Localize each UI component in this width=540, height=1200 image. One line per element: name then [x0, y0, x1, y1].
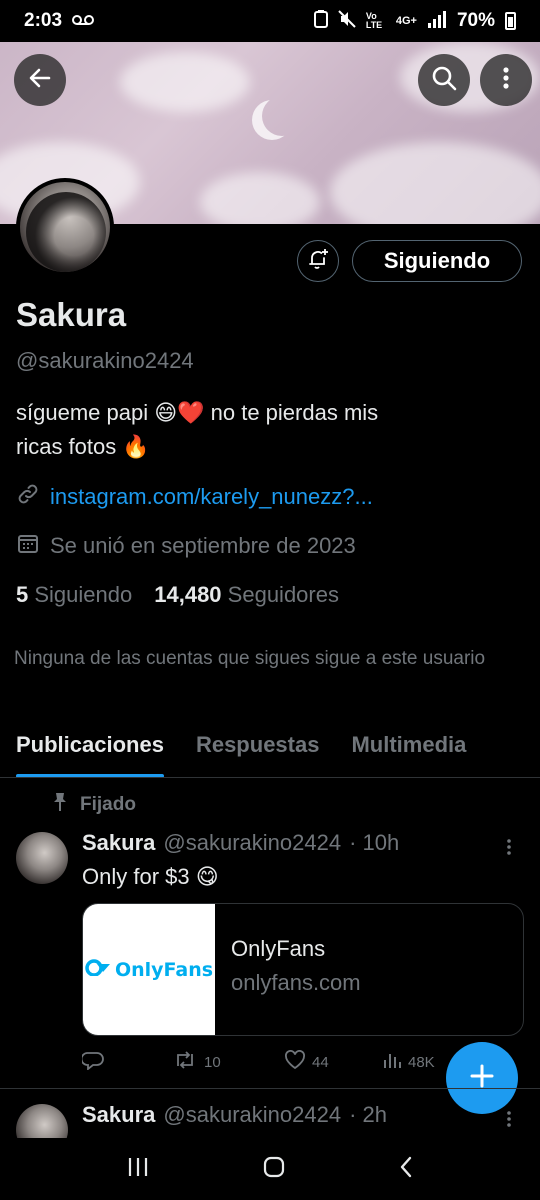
views-count: 48K: [408, 1053, 435, 1071]
bell-plus-icon: [306, 247, 330, 276]
post-time[interactable]: · 10h: [349, 830, 399, 856]
post-author-name[interactable]: Sakura: [82, 1102, 155, 1128]
like-button[interactable]: 44: [284, 1050, 382, 1074]
calendar-icon: [16, 531, 40, 561]
profile-avatar[interactable]: [16, 178, 114, 276]
following-button[interactable]: Siguiendo: [352, 240, 522, 282]
compose-button[interactable]: [446, 1042, 518, 1114]
search-icon: [431, 65, 457, 96]
post-time[interactable]: · 2h: [349, 1102, 387, 1128]
repost-icon: [172, 1050, 198, 1074]
post-divider: [0, 1088, 540, 1089]
followers-count-link[interactable]: 14,480 Seguidores: [154, 582, 339, 608]
post-actions: 10 44 48K: [80, 1050, 442, 1074]
reply-icon: [80, 1050, 104, 1074]
tab-multimedia[interactable]: Multimedia: [335, 718, 482, 777]
volte-label: Vo LTE: [365, 11, 383, 30]
post-avatar[interactable]: [16, 832, 68, 884]
profile-link-row[interactable]: instagram.com/karely_nunezz?...: [16, 482, 373, 512]
moon-decoration: [252, 100, 292, 140]
more-vertical-icon: [506, 1111, 512, 1133]
followers-count: 14,480: [154, 582, 222, 607]
battery-saver-icon: [313, 9, 328, 33]
post-author-handle[interactable]: @sakurakino2424: [163, 1102, 341, 1128]
status-bar: 2:03 Vo LTE 4G+ 70%: [0, 0, 540, 42]
network-label: 4G+: [395, 15, 417, 27]
back-nav-button[interactable]: [398, 1155, 414, 1184]
tab-publicaciones[interactable]: Publicaciones: [0, 718, 180, 777]
like-count: 44: [312, 1053, 329, 1071]
profile-display-name: Sakura: [16, 296, 127, 333]
post-more-button[interactable]: [506, 1110, 512, 1128]
bio-line-2: ricas fotos 🔥: [16, 434, 150, 459]
following-count: 5: [16, 582, 29, 607]
repost-button[interactable]: 10: [172, 1050, 284, 1074]
search-button[interactable]: [418, 54, 470, 106]
join-date: Se unió en septiembre de 2023: [50, 533, 356, 558]
signal-icon: [427, 10, 447, 33]
followers-label: Seguidores: [227, 582, 339, 607]
more-options-button[interactable]: [480, 54, 532, 106]
voicemail-icon: [72, 10, 95, 32]
mute-icon: [338, 9, 356, 33]
more-vertical-icon: [506, 839, 512, 861]
repost-count: 10: [204, 1053, 221, 1071]
system-navigation-bar: [0, 1138, 540, 1200]
follow-counts: 5 Siguiendo 14,480 Seguidores: [16, 582, 339, 608]
back-button[interactable]: [14, 54, 66, 106]
profile-bio: sígueme papi 😄❤️ no te pierdas mis ricas…: [16, 396, 516, 464]
post-header: Sakura @sakurakino2424 · 10h: [82, 830, 399, 856]
profile-handle: @sakurakino2424: [16, 348, 194, 373]
post-more-button[interactable]: [506, 838, 512, 856]
following-count-link[interactable]: 5 Siguiendo: [16, 582, 132, 608]
views-icon: [382, 1050, 402, 1074]
pin-icon: [52, 792, 68, 818]
pinned-indicator: Fijado: [52, 792, 136, 818]
like-icon: [284, 1050, 306, 1074]
link-card-thumbnail: OnlyFans: [83, 904, 215, 1035]
battery-icon: [505, 12, 516, 30]
link-card[interactable]: OnlyFans OnlyFans onlyfans.com: [82, 903, 524, 1036]
link-icon: [16, 482, 40, 512]
more-vertical-icon: [502, 66, 510, 95]
notifications-button[interactable]: [297, 240, 339, 282]
following-label: Siguiendo: [34, 582, 133, 607]
views-button[interactable]: 48K: [382, 1050, 435, 1074]
post-header: Sakura @sakurakino2424 · 2h: [82, 1102, 387, 1128]
profile-link[interactable]: instagram.com/karely_nunezz?...: [50, 484, 373, 510]
battery-percent: 70%: [456, 10, 495, 31]
back-arrow-icon: [27, 65, 53, 96]
post-author-handle[interactable]: @sakurakino2424: [163, 830, 341, 856]
link-card-title: OnlyFans: [231, 936, 326, 961]
post-text: Only for $3 😋: [82, 864, 219, 889]
status-time: 2:03: [24, 10, 63, 31]
mutuals-notice: Ninguna de las cuentas que sigues sigue …: [14, 648, 486, 669]
tab-respuestas[interactable]: Respuestas: [180, 718, 336, 777]
post-author-name[interactable]: Sakura: [82, 830, 155, 856]
link-card-domain: onlyfans.com: [231, 970, 361, 995]
reply-button[interactable]: [80, 1050, 172, 1074]
join-date-row: Se unió en septiembre de 2023: [16, 531, 356, 561]
onlyfans-logo-icon: [85, 958, 111, 981]
profile-tabs: Publicaciones Respuestas Multimedia: [0, 718, 540, 778]
link-card-thumb-text: OnlyFans: [114, 958, 214, 981]
bio-line-1: sígueme papi 😄❤️ no te pierdas mis: [16, 400, 379, 425]
recent-apps-button[interactable]: [126, 1156, 150, 1183]
pinned-label: Fijado: [80, 794, 136, 815]
home-button[interactable]: [262, 1155, 286, 1184]
